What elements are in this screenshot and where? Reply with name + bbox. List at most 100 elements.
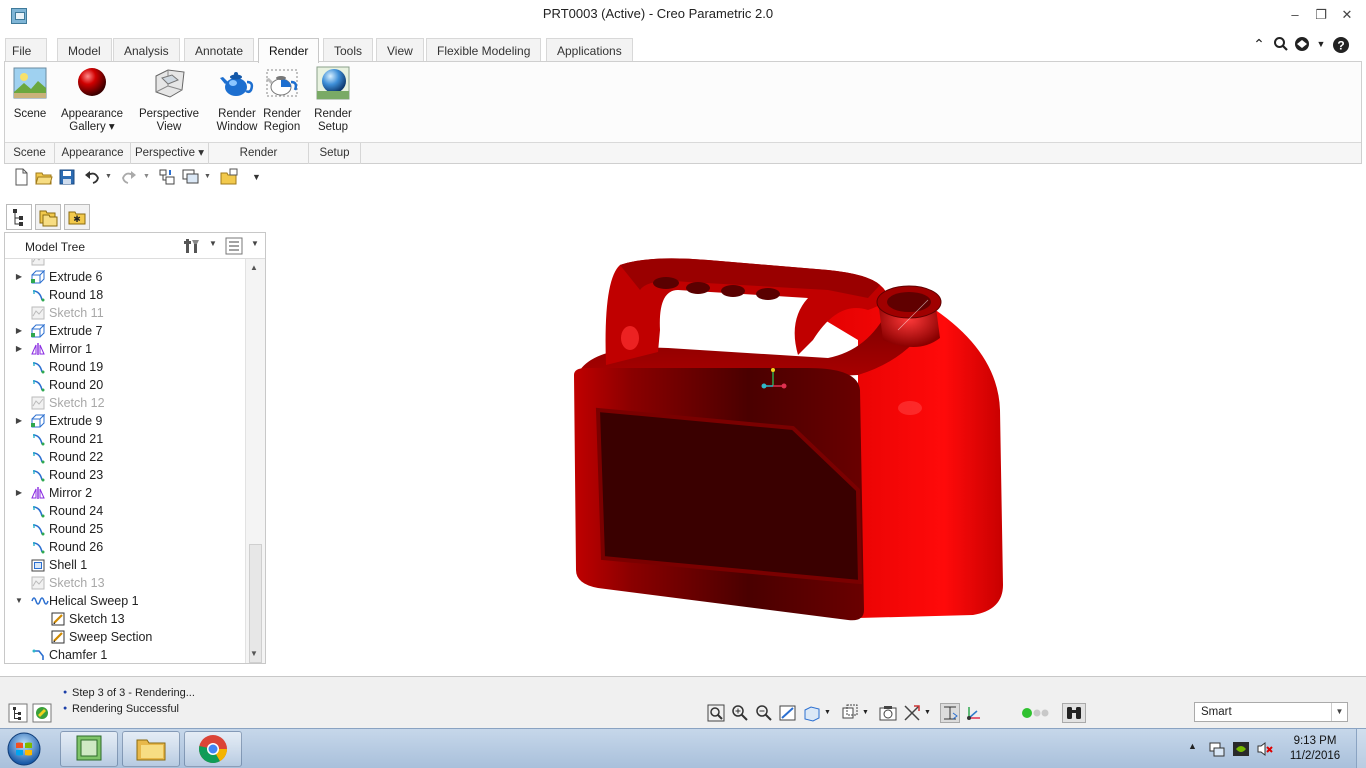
- show-desktop-button[interactable]: [1356, 729, 1366, 768]
- community-dropdown-icon[interactable]: ▼: [1312, 39, 1330, 49]
- customize-toolbar-icon[interactable]: ▼: [252, 168, 262, 186]
- expand-icon[interactable]: ▶: [14, 268, 24, 286]
- tree-item[interactable]: Round 23: [5, 466, 245, 484]
- scroll-up-icon[interactable]: ▲: [250, 263, 258, 272]
- display-style-icon[interactable]: [840, 703, 860, 723]
- volume-muted-icon[interactable]: [1256, 740, 1274, 758]
- tab-file[interactable]: File ▾: [5, 38, 47, 82]
- spin-center-icon[interactable]: [964, 703, 984, 723]
- tree-item[interactable]: Sketch 13: [5, 610, 245, 628]
- minimize-button[interactable]: –: [1284, 6, 1306, 24]
- expand-icon[interactable]: ▶: [14, 484, 24, 502]
- tree-item[interactable]: Round 25: [5, 520, 245, 538]
- refit-icon[interactable]: [706, 703, 726, 723]
- tree-item[interactable]: Round 24: [5, 502, 245, 520]
- taskbar-creo-button[interactable]: [60, 731, 118, 767]
- tree-item[interactable]: Chamfer 1: [5, 646, 245, 663]
- tree-item[interactable]: Sweep Section: [5, 628, 245, 646]
- saved-orientations-icon[interactable]: [802, 703, 822, 723]
- graphics-viewport[interactable]: [268, 190, 1366, 676]
- network-icon[interactable]: [1208, 740, 1226, 758]
- tree-item[interactable]: Shell 1: [5, 556, 245, 574]
- windows-dropdown-icon[interactable]: ▼: [204, 168, 212, 186]
- scroll-down-icon[interactable]: ▼: [250, 649, 258, 658]
- datum-display-dropdown-icon[interactable]: ▼: [924, 703, 934, 723]
- repaint-icon[interactable]: [778, 703, 798, 723]
- selection-filter-dropdown-icon[interactable]: ▼: [1331, 703, 1347, 721]
- close-button[interactable]: ✕: [1336, 6, 1358, 24]
- orientation-dropdown-icon[interactable]: ▼: [824, 703, 834, 723]
- tree-item[interactable]: Sketch 12: [5, 394, 245, 412]
- tree-item[interactable]: Sketch 11: [5, 304, 245, 322]
- navigator-toggle-icon[interactable]: [8, 703, 28, 723]
- appearance-gallery-button[interactable]: Appearance Gallery ▾: [57, 66, 127, 134]
- tree-item[interactable]: Round 22: [5, 448, 245, 466]
- tree-item[interactable]: ▶ Mirror 2: [5, 484, 245, 502]
- favorites-tab-icon[interactable]: ✱: [64, 204, 90, 230]
- tree-item[interactable]: ▶ Extrude 9: [5, 412, 245, 430]
- nvidia-icon[interactable]: [1232, 740, 1250, 758]
- expand-icon[interactable]: ▶: [14, 340, 24, 358]
- tab-model[interactable]: Model: [57, 38, 112, 62]
- zoom-out-icon[interactable]: [754, 703, 774, 723]
- model-tree-tab-icon[interactable]: [6, 204, 32, 230]
- tree-settings-dropdown-icon[interactable]: ▼: [209, 239, 217, 248]
- tab-view[interactable]: View: [376, 38, 424, 62]
- tree-item[interactable]: Round 21: [5, 430, 245, 448]
- expand-icon[interactable]: ▶: [14, 412, 24, 430]
- tab-analysis[interactable]: Analysis: [113, 38, 180, 62]
- start-button-icon[interactable]: [4, 731, 44, 767]
- render-window-button[interactable]: Render Window: [213, 66, 261, 134]
- help-icon[interactable]: ?: [1332, 36, 1350, 57]
- tree-show-icon[interactable]: [225, 237, 243, 255]
- tree-item[interactable]: ▶ Mirror 1: [5, 340, 245, 358]
- annotation-display-icon[interactable]: [940, 703, 960, 723]
- collapse-icon[interactable]: ▼: [14, 592, 24, 610]
- render-setup-button[interactable]: Render Setup: [311, 66, 355, 134]
- scene-button[interactable]: Scene: [9, 66, 51, 121]
- browser-toggle-icon[interactable]: [32, 703, 52, 723]
- tree-settings-icon[interactable]: [183, 237, 201, 255]
- tree-item[interactable]: Round 18: [5, 286, 245, 304]
- tree-item[interactable]: Sketch 13: [5, 574, 245, 592]
- group-perspective[interactable]: Perspective ▾: [131, 143, 209, 164]
- open-folder-icon[interactable]: [35, 168, 53, 186]
- redo-icon[interactable]: [120, 168, 138, 186]
- minimize-ribbon-icon[interactable]: ⌃: [1250, 36, 1268, 53]
- zoom-in-icon[interactable]: [730, 703, 750, 723]
- folder-browser-tab-icon[interactable]: [35, 204, 61, 230]
- undo-icon[interactable]: [83, 168, 101, 186]
- tree-show-dropdown-icon[interactable]: ▼: [251, 239, 259, 248]
- tree-item[interactable]: Round 20: [5, 376, 245, 394]
- new-file-icon[interactable]: [12, 168, 30, 186]
- display-style-dropdown-icon[interactable]: ▼: [862, 703, 872, 723]
- tree-item[interactable]: Round 26: [5, 538, 245, 556]
- expand-icon[interactable]: ▶: [14, 322, 24, 340]
- save-icon[interactable]: [58, 168, 76, 186]
- tab-annotate[interactable]: Annotate: [184, 38, 255, 62]
- tree-item[interactable]: ▶ Extrude 7: [5, 322, 245, 340]
- tree-item[interactable]: ▼ Helical Sweep 1: [5, 592, 245, 610]
- perspective-view-button[interactable]: Perspective View: [133, 66, 205, 134]
- search-icon[interactable]: [1272, 36, 1290, 55]
- close-window-folder-icon[interactable]: [220, 168, 238, 186]
- find-binoculars-icon[interactable]: [1062, 703, 1086, 723]
- restore-button[interactable]: ❐: [1310, 6, 1332, 24]
- community-icon[interactable]: [1294, 36, 1312, 55]
- show-hidden-icons-icon[interactable]: ▲: [1188, 741, 1197, 751]
- render-region-button[interactable]: Render Region: [259, 66, 305, 134]
- undo-dropdown-icon[interactable]: ▼: [105, 168, 113, 186]
- tab-applications[interactable]: Applications: [546, 38, 633, 62]
- windows-icon[interactable]: [182, 168, 200, 186]
- taskbar-explorer-button[interactable]: [122, 731, 180, 767]
- tree-item[interactable]: Round 19: [5, 358, 245, 376]
- tree-scrollbar[interactable]: ▲ ▼: [245, 259, 265, 663]
- regenerate-icon[interactable]: [158, 168, 176, 186]
- scroll-thumb[interactable]: [249, 544, 262, 663]
- tab-render[interactable]: Render: [258, 38, 320, 63]
- datum-display-icon[interactable]: [902, 703, 922, 723]
- tab-flexible-modeling[interactable]: Flexible Modeling: [426, 38, 542, 62]
- selection-filter-select[interactable]: Smart ▼: [1194, 702, 1348, 722]
- tree-item-partial[interactable]: [5, 259, 245, 268]
- redo-dropdown-icon[interactable]: ▼: [143, 168, 151, 186]
